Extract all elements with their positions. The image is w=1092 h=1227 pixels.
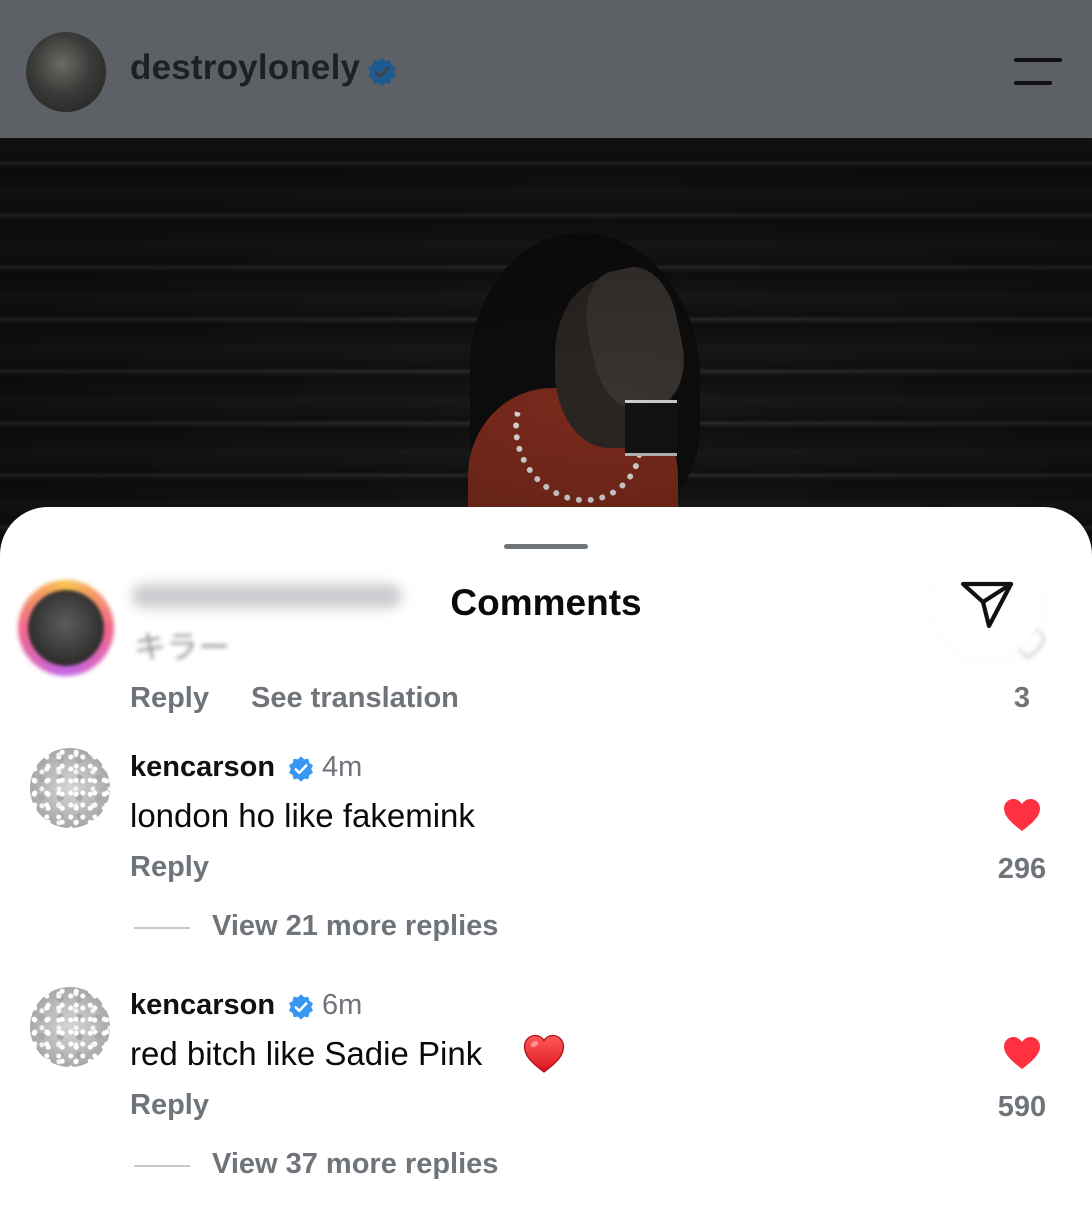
replies-thread-line: [134, 1165, 190, 1167]
comment-timestamp: 4m: [322, 751, 363, 783]
profile-header: destroylonely: [0, 0, 1092, 138]
menu-icon[interactable]: [1010, 54, 1064, 90]
like-filled-icon[interactable]: [1002, 1035, 1042, 1071]
verified-badge-icon: [288, 756, 314, 782]
comment-avatar[interactable]: [30, 748, 110, 828]
profile-username[interactable]: destroylonely: [130, 48, 360, 88]
sheet-drag-handle[interactable]: [504, 544, 588, 549]
view-replies-button[interactable]: View 21 more replies: [212, 910, 498, 943]
like-filled-icon[interactable]: [1002, 797, 1042, 833]
reply-button[interactable]: Reply: [130, 682, 209, 715]
comment-timestamp: 6m: [322, 989, 363, 1021]
comment-text: キラー: [134, 628, 231, 666]
comment-username[interactable]: kencarson: [130, 989, 275, 1022]
like-count: 3: [1013, 682, 1031, 714]
like-count: 296: [997, 853, 1047, 885]
share-button[interactable]: [933, 550, 1041, 658]
send-icon: [960, 581, 1014, 629]
reply-button[interactable]: Reply: [130, 1089, 209, 1122]
verified-badge-icon: [368, 57, 396, 87]
comment-text: london ho like fakemink: [130, 797, 475, 834]
reply-button[interactable]: Reply: [130, 851, 209, 884]
comment-username[interactable]: kencarson: [130, 751, 275, 784]
view-replies-button[interactable]: View 37 more replies: [212, 1148, 498, 1181]
like-count: 590: [997, 1091, 1047, 1123]
comments-title: Comments: [450, 582, 642, 623]
replies-thread-line: [134, 927, 190, 929]
comment-avatar[interactable]: [30, 987, 110, 1067]
comment-text: red bitch like Sadie Pink: [130, 1035, 483, 1072]
see-translation-button[interactable]: See translation: [251, 682, 459, 715]
profile-avatar[interactable]: [26, 32, 106, 112]
heart-emoji: [523, 1034, 565, 1073]
verified-badge-icon: [288, 994, 314, 1020]
